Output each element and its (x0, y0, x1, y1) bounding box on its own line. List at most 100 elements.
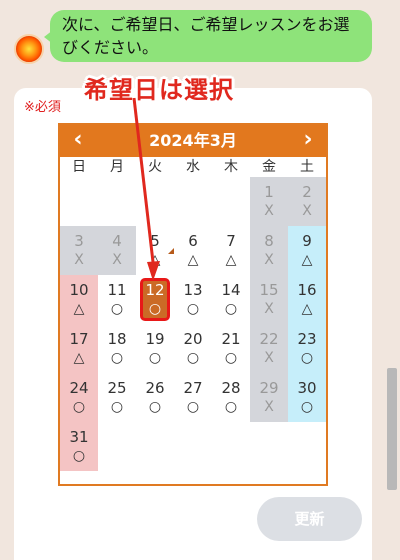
day-cell[interactable]: 20 ○ (174, 324, 212, 373)
weekday-label: 月 (110, 159, 124, 175)
day-number: 17 (69, 329, 89, 348)
availability-mark: △ (73, 300, 85, 317)
availability-mark: X (264, 398, 274, 415)
day-number: 27 (183, 378, 203, 397)
day-cell[interactable]: 5 △ (136, 226, 174, 275)
weekday-header-row: 日月火水木金土 (60, 157, 326, 177)
day-cell[interactable]: 11 ○ (98, 275, 136, 324)
availability-mark: X (264, 349, 274, 366)
availability-mark: ○ (72, 398, 86, 415)
day-cell[interactable]: 31 ○ (60, 422, 98, 471)
availability-mark: X (264, 202, 274, 219)
day-cell: 22 X (250, 324, 288, 373)
day-number: 21 (221, 329, 241, 348)
day-number: 22 (259, 329, 279, 348)
day-cell[interactable]: 10 △ (60, 275, 98, 324)
availability-mark: △ (73, 349, 85, 366)
scrollbar-thumb[interactable] (387, 368, 397, 490)
page-scrollbar[interactable] (384, 0, 400, 560)
annotation-label: 希望日は選択 (84, 76, 234, 104)
day-cell-selected[interactable]: 12 ○ (136, 275, 174, 324)
day-cell[interactable]: 19 ○ (136, 324, 174, 373)
chat-message-bubble: 次に、ご希望日、ご希望レッスンをお選びください。 (50, 10, 372, 62)
day-cell[interactable]: 7 △ (212, 226, 250, 275)
day-cell[interactable]: 23 ○ (288, 324, 326, 373)
availability-mark: X (264, 251, 274, 268)
day-cell: 8X (250, 226, 288, 275)
availability-mark: △ (301, 251, 313, 268)
day-cell[interactable]: 14 ○ (212, 275, 250, 324)
weekday-label: 火 (148, 159, 162, 175)
empty-day-cell (98, 177, 136, 226)
day-number: 15 (259, 280, 279, 299)
day-cell: 2X (288, 177, 326, 226)
availability-mark: ○ (300, 398, 314, 415)
day-cell[interactable]: 30 ○ (288, 373, 326, 422)
day-cell: 3X (60, 226, 98, 275)
required-label: ※必須 (24, 100, 61, 115)
day-cell[interactable]: 27 ○ (174, 373, 212, 422)
day-number: 1 (264, 182, 274, 201)
empty-day-cell (60, 177, 98, 226)
day-cell: 29 X (250, 373, 288, 422)
weekday-label: 日 (72, 159, 86, 175)
day-cell[interactable]: 18 ○ (98, 324, 136, 373)
day-number: 31 (69, 427, 89, 446)
availability-mark: △ (301, 300, 313, 317)
availability-mark: ○ (224, 349, 238, 366)
availability-mark: △ (149, 251, 161, 268)
availability-mark: ○ (186, 349, 200, 366)
chat-message-text: 次に、ご希望日、ご希望レッスンをお選びください。 (62, 15, 350, 57)
calendar-header: ‹ 2024年3月 › (60, 125, 326, 157)
availability-mark: X (112, 251, 122, 268)
bot-avatar (14, 34, 44, 64)
day-cell[interactable]: 28 ○ (212, 373, 250, 422)
availability-mark: △ (225, 251, 237, 268)
availability-mark: ○ (224, 300, 238, 317)
day-number: 3 (74, 231, 84, 250)
day-cell[interactable]: 24 ○ (60, 373, 98, 422)
day-cell[interactable]: 21 ○ (212, 324, 250, 373)
day-cell[interactable]: 6 △ (174, 226, 212, 275)
weekday-label: 水 (186, 159, 200, 175)
day-number: 29 (259, 378, 279, 397)
availability-mark: X (74, 251, 84, 268)
day-cell[interactable]: 25 ○ (98, 373, 136, 422)
availability-mark: ○ (148, 349, 162, 366)
day-number: 5 (150, 231, 160, 250)
weekday-label: 金 (262, 159, 276, 175)
availability-mark: ○ (300, 349, 314, 366)
day-number: 7 (226, 231, 236, 250)
day-cell[interactable]: 9 △ (288, 226, 326, 275)
day-number: 26 (145, 378, 165, 397)
day-cell[interactable]: 17 △ (60, 324, 98, 373)
day-cell[interactable]: 26 ○ (136, 373, 174, 422)
empty-day-cell (174, 177, 212, 226)
availability-mark: ○ (148, 398, 162, 415)
day-number: 10 (69, 280, 89, 299)
calendar-month-title: 2024年3月 (149, 131, 237, 150)
update-button[interactable]: 更新 (257, 497, 362, 541)
day-number: 4 (112, 231, 122, 250)
next-month-icon[interactable]: › (292, 125, 324, 157)
weekday-label: 木 (224, 159, 238, 175)
day-number: 18 (107, 329, 127, 348)
date-picker-calendar: ‹ 2024年3月 › 日月火水木金土 1 X 2 X 3 X 4 X 5 △ 6 △ 7 △ 8 X 9 △ 10… (58, 123, 328, 486)
day-cell[interactable]: 13 ○ (174, 275, 212, 324)
availability-mark: X (264, 300, 274, 317)
day-number: 25 (107, 378, 127, 397)
day-number: 28 (221, 378, 241, 397)
day-cell[interactable]: 16 △ (288, 275, 326, 324)
day-number: 12 (145, 280, 165, 299)
weekday-label: 土 (300, 159, 314, 175)
form-card: ※必須 希望日は選択 ‹ 2024年3月 › 日月火水木金土 1X2X3X4X5… (14, 76, 372, 560)
availability-mark: ○ (224, 398, 238, 415)
availability-mark: ○ (110, 398, 124, 415)
day-number: 2 (302, 182, 312, 201)
day-number: 8 (264, 231, 274, 250)
day-cell: 4X (98, 226, 136, 275)
day-cell: 1X (250, 177, 288, 226)
availability-mark: ○ (186, 398, 200, 415)
availability-mark: ○ (186, 300, 200, 317)
day-number: 30 (297, 378, 317, 397)
